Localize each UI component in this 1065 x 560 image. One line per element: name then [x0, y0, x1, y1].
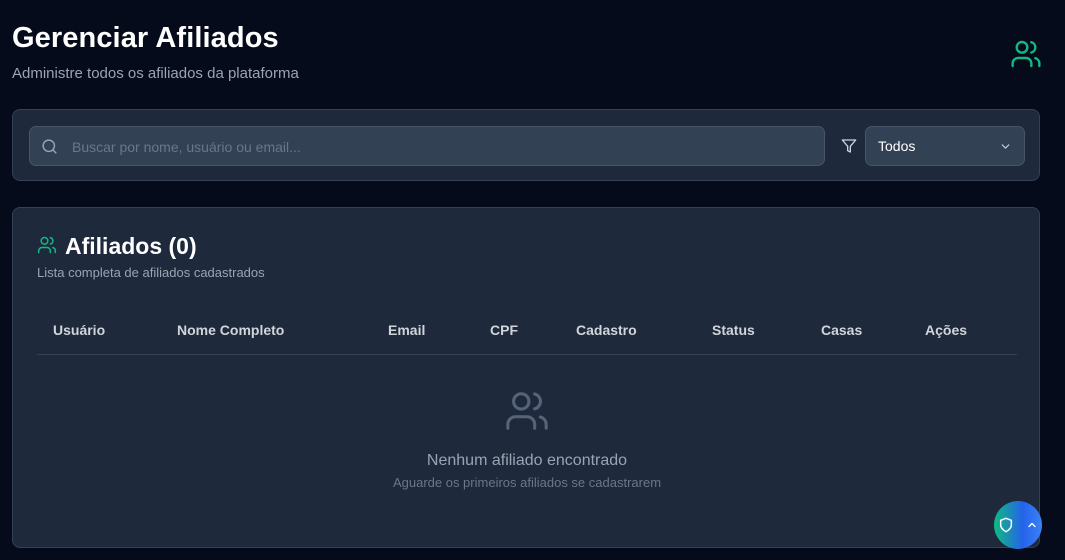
filter-icon	[841, 139, 857, 153]
column-header-cadastro: Cadastro	[576, 322, 637, 338]
users-icon	[506, 392, 548, 430]
shield-icon[interactable]	[998, 517, 1014, 533]
filter-card: Todos	[12, 109, 1040, 181]
users-icon	[37, 236, 57, 254]
page-title: Gerenciar Afiliados	[12, 22, 279, 54]
column-header-casas: Casas	[821, 322, 863, 338]
page-header: Gerenciar Afiliados Administre todos os …	[12, 22, 299, 82]
affiliates-card: Afiliados (0) Lista completa de afiliado…	[12, 207, 1040, 548]
floating-action-pill	[994, 501, 1042, 549]
search-icon	[42, 139, 57, 154]
affiliates-subtitle: Lista completa de afiliados cadastrados	[37, 265, 265, 280]
empty-state-title: Nenhum afiliado encontrado	[426, 452, 628, 469]
column-header-acoes: Ações	[925, 322, 968, 338]
status-select-value: Todos	[878, 138, 916, 154]
chevron-up-icon[interactable]	[1026, 519, 1038, 531]
table-header: Usuário Nome Completo Email CPF Cadastro…	[37, 306, 1017, 355]
column-header-status: Status	[712, 322, 755, 338]
chevron-down-icon	[1001, 144, 1010, 149]
status-select[interactable]: Todos	[865, 126, 1025, 166]
page-subtitle: Administre todos os afiliados da platafo…	[12, 65, 299, 82]
column-header-usuario: Usuário	[53, 322, 106, 338]
empty-state-subtitle: Aguarde os primeiros afiliados se cadast…	[392, 475, 662, 490]
users-icon	[1011, 40, 1041, 68]
affiliates-title: Afiliados (0)	[65, 233, 197, 259]
search-input[interactable]	[70, 127, 814, 167]
column-header-email: Email	[388, 322, 426, 338]
search-box[interactable]	[29, 126, 825, 167]
column-header-nome-completo: Nome Completo	[177, 322, 285, 338]
column-header-cpf: CPF	[490, 322, 518, 338]
